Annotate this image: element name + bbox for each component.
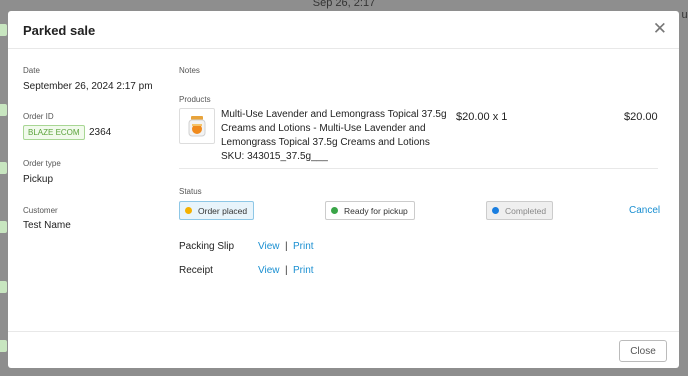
customer-label: Customer: [23, 206, 58, 215]
product-price-qty: $20.00 x 1: [456, 111, 508, 123]
receipt-separator: |: [285, 265, 288, 276]
product-thumbnail: [179, 108, 215, 144]
status-completed-label: Completed: [505, 205, 547, 216]
product-info: Multi-Use Lavender and Lemongrass Topica…: [221, 108, 451, 164]
packing-slip-print-link[interactable]: Print: [293, 241, 314, 252]
order-id-label: Order ID: [23, 112, 54, 121]
background-tab: [0, 281, 7, 293]
background-tab: [0, 24, 7, 36]
product-sku: SKU: 343015_37.5g___: [221, 151, 328, 162]
status-order-placed-button[interactable]: Order placed: [179, 201, 255, 220]
modal-title: Parked sale: [23, 23, 96, 38]
order-type-label: Order type: [23, 159, 61, 168]
product-name: Multi-Use Lavender and Lemongrass Topica…: [221, 109, 447, 148]
products-label: Products: [179, 95, 211, 104]
status-ready-for-pickup-label: Ready for pickup: [344, 205, 408, 216]
close-icon[interactable]: ✕: [653, 20, 667, 37]
status-dot-icon: [331, 207, 338, 214]
order-type-value: Pickup: [23, 174, 54, 185]
background-tab: [0, 104, 7, 116]
source-badge: BLAZE ECOM: [23, 125, 85, 140]
background-right-text: ul: [681, 9, 688, 21]
receipt-label: Receipt: [179, 265, 213, 276]
date-label: Date: [23, 66, 40, 75]
status-dot-icon: [185, 207, 192, 214]
packing-slip-view-link[interactable]: View: [258, 241, 280, 252]
background-date: Sep 26, 2:17: [312, 0, 376, 9]
modal-footer: Close: [8, 331, 679, 368]
status-ready-for-pickup-button[interactable]: Ready for pickup: [325, 201, 415, 220]
background-tab: [0, 162, 7, 174]
customer-value: Test Name: [23, 220, 71, 231]
receipt-view-link[interactable]: View: [258, 265, 280, 276]
status-label: Status: [179, 187, 202, 196]
status-dot-icon: [492, 207, 499, 214]
status-completed-button[interactable]: Completed: [486, 201, 554, 220]
background-tab: [0, 340, 7, 352]
products-divider: [179, 168, 658, 169]
background-tab: [0, 221, 7, 233]
product-jar-icon: [188, 116, 206, 137]
product-total: $20.00: [624, 111, 658, 123]
modal-header: Parked sale ✕: [8, 11, 679, 49]
cancel-link[interactable]: Cancel: [629, 205, 660, 216]
close-button[interactable]: Close: [619, 340, 667, 362]
packing-slip-separator: |: [285, 241, 288, 252]
order-id-value: 2364: [89, 127, 112, 138]
notes-label: Notes: [179, 66, 200, 75]
parked-sale-modal: Parked sale ✕ Date September 26, 2024 2:…: [8, 11, 679, 368]
packing-slip-label: Packing Slip: [179, 241, 235, 252]
status-order-placed-label: Order placed: [198, 205, 248, 216]
receipt-print-link[interactable]: Print: [293, 265, 314, 276]
date-value: September 26, 2024 2:17 pm: [23, 81, 153, 92]
